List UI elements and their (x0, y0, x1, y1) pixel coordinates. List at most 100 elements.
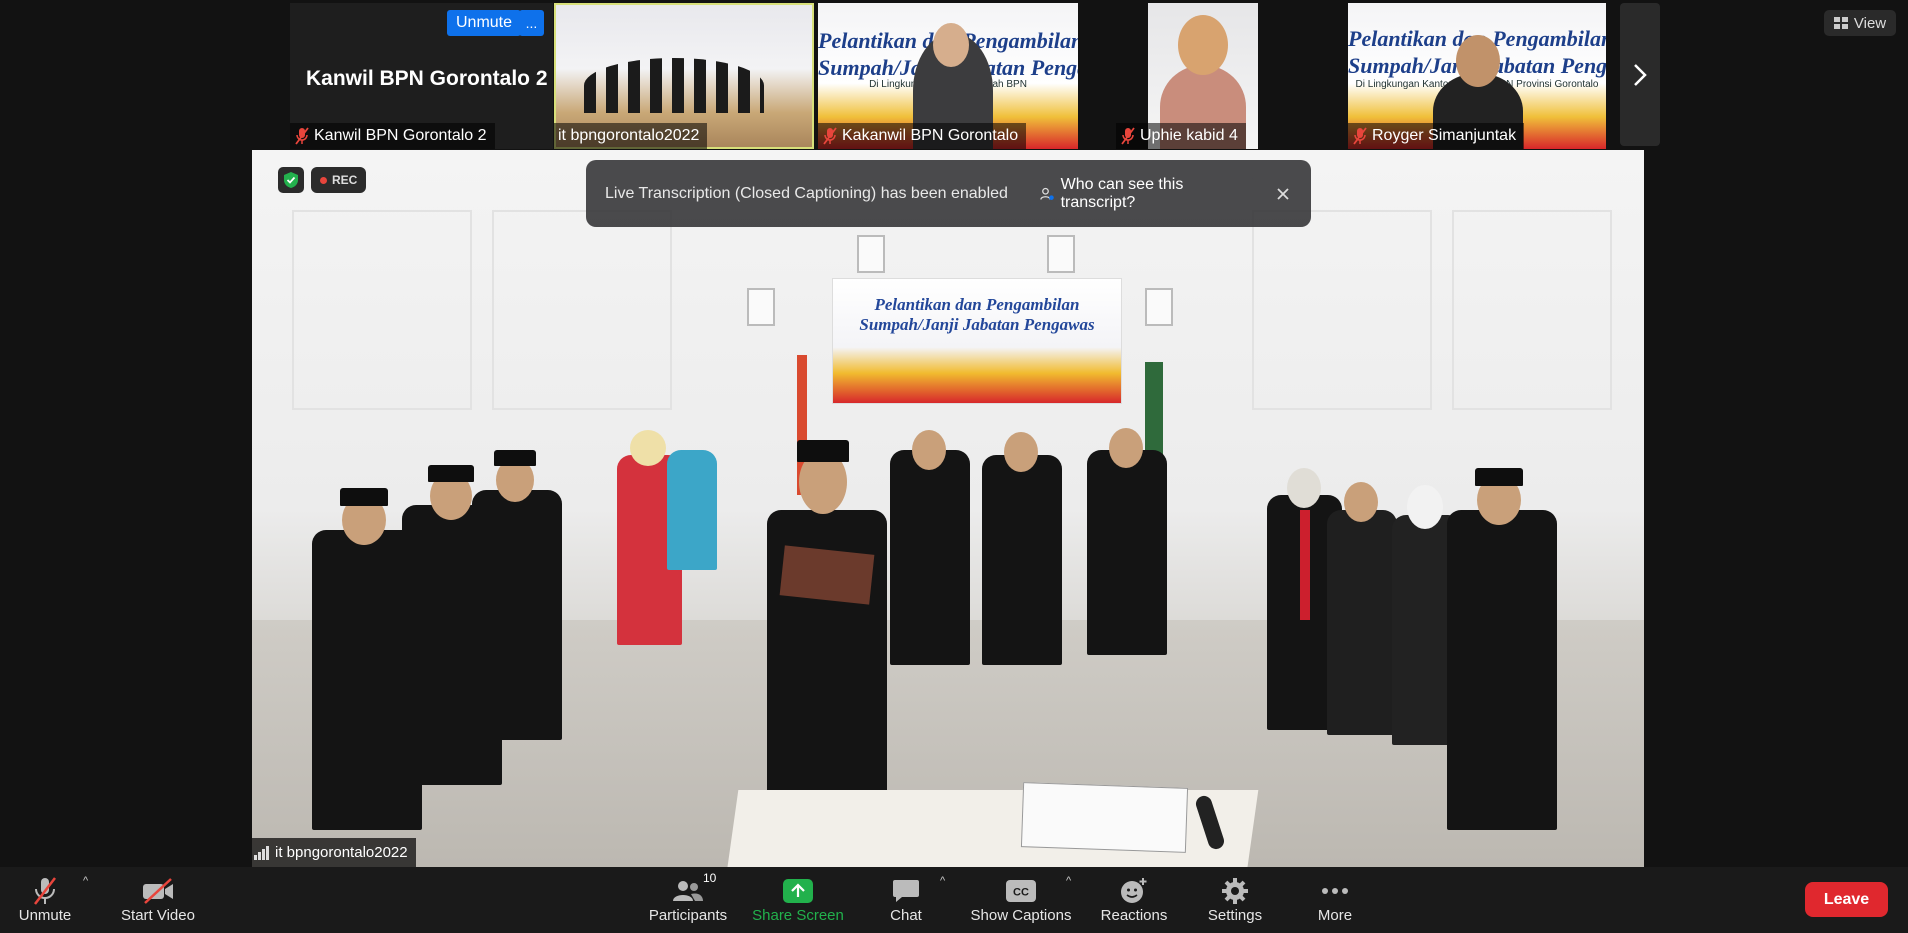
start-video-button[interactable]: Start Video (118, 871, 198, 929)
person-shield-icon (1040, 187, 1054, 200)
stole (1300, 510, 1310, 620)
tile-unmute-button[interactable]: Unmute (447, 10, 522, 36)
chat-icon (893, 880, 919, 902)
mic-muted-icon (1353, 127, 1367, 145)
speaker-name-text: it bpngorontalo2022 (275, 844, 408, 861)
person-head (912, 430, 946, 470)
tile-name-text: Kakanwil BPN Gorontalo (842, 127, 1019, 144)
svg-text:CC: CC (1013, 887, 1029, 899)
active-speaker-label: it bpngorontalo2022 (252, 838, 416, 867)
strip-next-button[interactable] (1620, 3, 1660, 146)
show-captions-button[interactable]: CC Show Captions (968, 871, 1074, 929)
self-display-name: Kanwil BPN Gorontalo 2 (306, 67, 548, 90)
tile-name-text: Kanwil BPN Gorontalo 2 (314, 127, 487, 144)
person (982, 455, 1062, 665)
cc-icon: CC (1006, 880, 1036, 902)
video-face (1456, 35, 1500, 87)
person-head (1109, 428, 1143, 468)
person-cap (1475, 468, 1523, 486)
who-can-see-transcript-button[interactable]: Who can see this transcript? (1029, 175, 1256, 211)
signal-icon (254, 845, 269, 860)
person (1327, 510, 1397, 735)
participants-count: 10 (703, 871, 717, 885)
unmute-label: Unmute (18, 907, 72, 924)
backdrop-line-1: Pelantikan dan Pengambilan (874, 295, 1080, 314)
mic-muted-icon (34, 877, 56, 905)
tile-name-label: Royger Simanjuntak (1348, 123, 1525, 149)
settings-icon (1222, 878, 1248, 904)
recording-indicator[interactable]: REC (311, 167, 367, 193)
captions-options-caret[interactable]: ^ (1066, 875, 1071, 887)
shield-icon (284, 172, 298, 188)
participants-button[interactable]: Participants (645, 871, 731, 929)
participants-icon (673, 881, 703, 901)
chat-button[interactable]: Chat (880, 871, 932, 929)
tile-name-label: Kakanwil BPN Gorontalo (818, 123, 1027, 149)
person-cap (797, 440, 849, 462)
chevron-right-icon (1634, 63, 1647, 86)
reactions-button[interactable]: Reactions (1098, 871, 1170, 929)
active-speaker-video[interactable]: Pelantikan dan Pengambilan Sumpah/Janji … (252, 150, 1644, 867)
reactions-label: Reactions (1100, 907, 1168, 924)
wall-panel (492, 210, 672, 410)
video-face (1178, 15, 1228, 75)
participant-tile[interactable]: Pelantikan dan Pengambilan Sumpah/Janji … (1348, 3, 1606, 149)
tile-name-label: Kanwil BPN Gorontalo 2 (290, 123, 495, 149)
wall-panel (1452, 210, 1612, 410)
rec-label: REC (332, 173, 358, 187)
wall-portrait (747, 288, 775, 326)
person-cap (340, 488, 388, 506)
person (890, 450, 970, 665)
wall-panel (1252, 210, 1432, 410)
person (1447, 510, 1557, 830)
more-button[interactable]: More (1310, 871, 1360, 929)
video-people (584, 58, 764, 113)
video-face (933, 23, 969, 67)
who-button-label: Who can see this transcript? (1060, 175, 1184, 211)
meeting-toolbar: Unmute ^ Start Video Participants 10 Sha… (0, 867, 1908, 933)
tile-name-text: Royger Simanjuntak (1372, 127, 1517, 144)
more-icon (1322, 888, 1348, 894)
person-head (1407, 485, 1443, 529)
share-screen-label: Share Screen (752, 907, 844, 924)
close-notification-button[interactable] (1274, 184, 1292, 204)
person-head (1004, 432, 1038, 472)
participant-tile[interactable]: it bpngorontalo2022 (554, 3, 814, 149)
tile-name-text: Uphie kabid 4 (1140, 127, 1238, 144)
self-tile[interactable]: Unmute ... Kanwil BPN Gorontalo 2 Kanwil… (290, 3, 553, 149)
leave-button[interactable]: Leave (1805, 882, 1888, 917)
tile-more-button[interactable]: ... (519, 10, 544, 36)
view-button[interactable]: View (1824, 10, 1896, 36)
rec-dot-icon (320, 176, 327, 184)
settings-button[interactable]: Settings (1200, 871, 1270, 929)
view-label: View (1853, 14, 1887, 32)
unmute-button[interactable]: Unmute (14, 871, 76, 929)
participants-label: Participants (648, 907, 728, 924)
mic-muted-icon (295, 127, 309, 145)
video-off-icon (143, 878, 173, 904)
wall-panel (292, 210, 472, 410)
notification-message: Live Transcription (Closed Captioning) h… (605, 184, 1008, 202)
chat-label: Chat (890, 907, 922, 924)
share-screen-button[interactable]: Share Screen (752, 871, 844, 929)
grid-view-icon (1833, 17, 1848, 29)
audio-options-caret[interactable]: ^ (83, 875, 88, 887)
ceremony-backdrop: Pelantikan dan Pengambilan Sumpah/Janji … (832, 278, 1122, 404)
close-icon (1277, 187, 1289, 200)
person-head (630, 430, 666, 466)
reactions-icon (1121, 878, 1147, 903)
mic-muted-icon (1121, 127, 1135, 145)
backdrop-text: Pelantikan dan Pengambilan Sumpah/Janji … (833, 295, 1121, 335)
person-cap (428, 465, 474, 482)
chat-options-caret[interactable]: ^ (940, 875, 945, 887)
participant-tile[interactable]: Uphie kabid 4 (1082, 3, 1342, 149)
signing-document (1020, 782, 1189, 853)
document-folder (779, 545, 875, 605)
person (667, 450, 717, 570)
zoom-meeting-window: Unmute ... Kanwil BPN Gorontalo 2 Kanwil… (0, 0, 1908, 933)
person (472, 490, 562, 740)
participant-tile[interactable]: Pelantikan dan Pengambilan Sumpah/Janji … (818, 3, 1078, 149)
tile-name-label: it bpngorontalo2022 (554, 123, 708, 149)
security-badge[interactable] (278, 167, 304, 193)
mic-muted-icon (823, 127, 837, 145)
